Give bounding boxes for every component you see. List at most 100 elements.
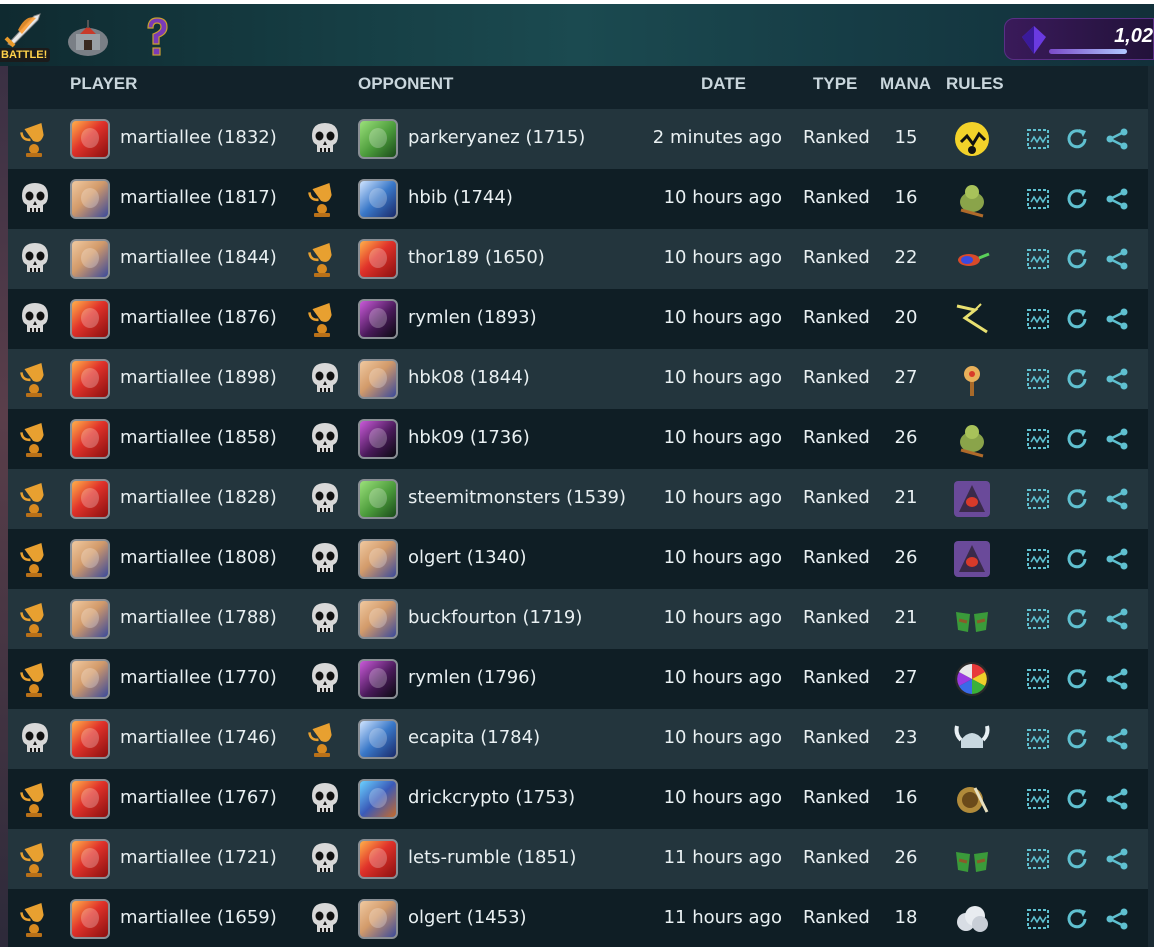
player-avatar[interactable]: [70, 719, 110, 759]
opponent-name[interactable]: thor189 (1650): [408, 247, 545, 268]
battle-log-icon[interactable]: [1026, 787, 1050, 815]
share-icon[interactable]: [1104, 367, 1130, 395]
battle-nav-button[interactable]: BATTLE!: [0, 10, 51, 62]
player-name[interactable]: martiallee (1828): [120, 487, 277, 508]
help-nav-button[interactable]: [142, 16, 172, 60]
opponent-avatar[interactable]: [358, 539, 398, 579]
replay-icon[interactable]: [1065, 187, 1089, 215]
table-row[interactable]: martiallee (1832) parkeryanez (1715) 2 min…: [8, 109, 1148, 169]
replay-icon[interactable]: [1065, 127, 1089, 155]
player-name[interactable]: martiallee (1659): [120, 907, 277, 928]
share-icon[interactable]: [1104, 127, 1130, 155]
battle-log-icon[interactable]: [1026, 247, 1050, 275]
opponent-avatar[interactable]: [358, 659, 398, 699]
replay-icon[interactable]: [1065, 367, 1089, 395]
opponent-avatar[interactable]: [358, 119, 398, 159]
player-avatar[interactable]: [70, 119, 110, 159]
goblin-icon[interactable]: [953, 180, 991, 218]
battle-log-icon[interactable]: [1026, 127, 1050, 155]
replay-icon[interactable]: [1065, 547, 1089, 575]
player-name[interactable]: martiallee (1817): [120, 187, 277, 208]
battle-log-icon[interactable]: [1026, 307, 1050, 335]
player-avatar[interactable]: [70, 779, 110, 819]
opponent-avatar[interactable]: [358, 239, 398, 279]
player-avatar[interactable]: [70, 359, 110, 399]
replay-icon[interactable]: [1065, 487, 1089, 515]
share-icon[interactable]: [1104, 787, 1130, 815]
player-name[interactable]: martiallee (1721): [120, 847, 277, 868]
broken-bridge-icon[interactable]: [953, 840, 991, 878]
table-row[interactable]: martiallee (1721) lets-rumble (1851) 11 ho…: [8, 829, 1148, 889]
player-name[interactable]: martiallee (1876): [120, 307, 277, 328]
replay-icon[interactable]: [1065, 787, 1089, 815]
opponent-avatar[interactable]: [358, 719, 398, 759]
opponent-avatar[interactable]: [358, 179, 398, 219]
opponent-name[interactable]: lets-rumble (1851): [408, 847, 576, 868]
table-row[interactable]: martiallee (1770) rymlen (1796) 10 hours a…: [8, 649, 1148, 709]
player-name[interactable]: martiallee (1746): [120, 727, 277, 748]
player-avatar[interactable]: [70, 839, 110, 879]
share-icon[interactable]: [1104, 607, 1130, 635]
player-avatar[interactable]: [70, 479, 110, 519]
replay-icon[interactable]: [1065, 727, 1089, 755]
opponent-name[interactable]: olgert (1340): [408, 547, 527, 568]
table-row[interactable]: martiallee (1898) hbk08 (1844) 10 hours ag…: [8, 349, 1148, 409]
opponent-name[interactable]: steemitmonsters (1539): [408, 487, 626, 508]
battle-log-icon[interactable]: [1026, 187, 1050, 215]
table-row[interactable]: martiallee (1659) olgert (1453) 11 hours a…: [8, 889, 1148, 947]
opponent-avatar[interactable]: [358, 359, 398, 399]
opponent-name[interactable]: buckfourton (1719): [408, 607, 582, 628]
player-avatar[interactable]: [70, 659, 110, 699]
cloud-icon[interactable]: [953, 900, 991, 938]
player-name[interactable]: martiallee (1808): [120, 547, 277, 568]
player-avatar[interactable]: [70, 239, 110, 279]
opponent-name[interactable]: hbib (1744): [408, 187, 513, 208]
guild-castle-nav-button[interactable]: [66, 18, 110, 58]
hooded-figure-icon[interactable]: [953, 540, 991, 578]
battle-log-icon[interactable]: [1026, 847, 1050, 875]
player-avatar[interactable]: [70, 899, 110, 939]
share-icon[interactable]: [1104, 487, 1130, 515]
shield-swords-icon[interactable]: [953, 780, 991, 818]
opponent-name[interactable]: rymlen (1796): [408, 667, 537, 688]
battle-log-icon[interactable]: [1026, 487, 1050, 515]
replay-icon[interactable]: [1065, 307, 1089, 335]
opponent-avatar[interactable]: [358, 599, 398, 639]
opponent-name[interactable]: olgert (1453): [408, 907, 527, 928]
opponent-name[interactable]: hbk09 (1736): [408, 427, 530, 448]
player-name[interactable]: martiallee (1788): [120, 607, 277, 628]
player-avatar[interactable]: [70, 599, 110, 639]
opponent-avatar[interactable]: [358, 419, 398, 459]
opponent-avatar[interactable]: [358, 899, 398, 939]
replay-icon[interactable]: [1065, 847, 1089, 875]
player-avatar[interactable]: [70, 419, 110, 459]
opponent-avatar[interactable]: [358, 839, 398, 879]
table-row[interactable]: martiallee (1788) buckfourton (1719) 10 ho…: [8, 589, 1148, 649]
share-icon[interactable]: [1104, 667, 1130, 695]
opponent-avatar[interactable]: [358, 479, 398, 519]
share-icon[interactable]: [1104, 727, 1130, 755]
battle-log-icon[interactable]: [1026, 607, 1050, 635]
table-row[interactable]: martiallee (1876) rymlen (1893) 10 hours a…: [8, 289, 1148, 349]
player-name[interactable]: martiallee (1844): [120, 247, 277, 268]
share-icon[interactable]: [1104, 307, 1130, 335]
battle-log-icon[interactable]: [1026, 547, 1050, 575]
table-row[interactable]: martiallee (1746) ecapita (1784) 10 hours …: [8, 709, 1148, 769]
replay-icon[interactable]: [1065, 427, 1089, 455]
opponent-name[interactable]: drickcrypto (1753): [408, 787, 575, 808]
lightning-icon[interactable]: [953, 300, 991, 338]
table-row[interactable]: martiallee (1858) hbk09 (1736) 10 hours ag…: [8, 409, 1148, 469]
viking-helmet-icon[interactable]: [953, 720, 991, 758]
opponent-name[interactable]: ecapita (1784): [408, 727, 540, 748]
table-row[interactable]: martiallee (1817) hbib (1744) 10 hours ago…: [8, 169, 1148, 229]
player-name[interactable]: martiallee (1898): [120, 367, 277, 388]
share-icon[interactable]: [1104, 847, 1130, 875]
broken-bridge-icon[interactable]: [953, 600, 991, 638]
share-icon[interactable]: [1104, 907, 1130, 935]
player-name[interactable]: martiallee (1767): [120, 787, 277, 808]
opponent-name[interactable]: parkeryanez (1715): [408, 127, 585, 148]
battle-log-icon[interactable]: [1026, 427, 1050, 455]
dec-balance[interactable]: 1,02: [1004, 18, 1154, 60]
share-icon[interactable]: [1104, 187, 1130, 215]
replay-icon[interactable]: [1065, 247, 1089, 275]
